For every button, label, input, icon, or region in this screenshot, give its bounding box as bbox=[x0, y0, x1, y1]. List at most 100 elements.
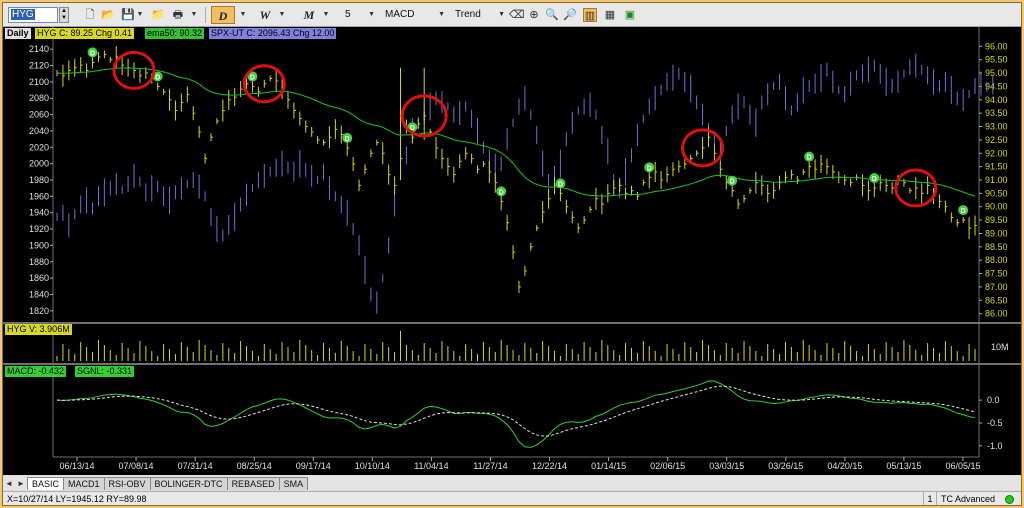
left-axis-label: 1900 bbox=[29, 240, 49, 250]
chevron-down-icon: ▼ bbox=[368, 11, 375, 18]
tool-dropdown[interactable]: Trend ▼ bbox=[455, 6, 505, 24]
left-axis-label: 1980 bbox=[29, 175, 49, 185]
left-axis-label: 1940 bbox=[29, 208, 49, 218]
left-axis-label: 2080 bbox=[29, 93, 49, 103]
left-axis-label: 1860 bbox=[29, 273, 49, 283]
x-axis-label: 11/04/14 bbox=[414, 461, 448, 471]
right-axis-label: 86.00 bbox=[985, 309, 1008, 319]
tab-bolinger-dtc[interactable]: BOLINGER-DTC bbox=[149, 477, 228, 490]
zoom-in-icon[interactable]: 🔍 bbox=[545, 8, 559, 22]
grid-icon[interactable]: ▦ bbox=[603, 8, 617, 22]
dividend-marker-label: D bbox=[345, 136, 350, 143]
signal-line bbox=[56, 385, 976, 437]
dividend-marker-label: D bbox=[250, 74, 255, 81]
bar-chart-icon[interactable]: ▥ bbox=[583, 8, 597, 22]
tab-next-icon[interactable]: ► bbox=[15, 478, 27, 490]
macd-legend[interactable]: MACD: -0.432 bbox=[5, 366, 67, 377]
right-axis-label: 92.50 bbox=[985, 135, 1008, 145]
right-axis-label: 96.00 bbox=[985, 41, 1008, 51]
sheet-tabs: ◄ ► BASIC MACD1 RSI-OBV BOLINGER-DTC REBASED… bbox=[3, 476, 1021, 490]
tab-basic[interactable]: BASIC bbox=[27, 477, 65, 490]
dividend-marker-label: D bbox=[872, 176, 877, 183]
dividend-marker-label: D bbox=[647, 165, 652, 172]
right-axis-label: 93.50 bbox=[985, 108, 1008, 118]
volume-legend[interactable]: HYG V: 3.906M bbox=[5, 324, 72, 335]
chevron-down-icon: ▼ bbox=[438, 11, 445, 18]
tab-list: BASIC MACD1 RSI-OBV BOLINGER-DTC REBASED SMA bbox=[27, 477, 309, 490]
symbol-spinner[interactable]: ▲ ▼ bbox=[59, 7, 69, 23]
open-folder-icon[interactable]: 📂 bbox=[101, 8, 115, 22]
symbol-input[interactable]: HYG bbox=[8, 7, 58, 23]
symbol-value: HYG bbox=[11, 9, 35, 20]
daily-dropdown-icon[interactable]: ▼ bbox=[236, 8, 250, 22]
weekly-period-button[interactable]: W bbox=[255, 6, 275, 24]
left-axis-label: 2140 bbox=[29, 44, 49, 54]
right-axis-label: 91.50 bbox=[985, 162, 1008, 172]
x-axis-label: 03/26/15 bbox=[768, 461, 803, 471]
tab-rsi-obv[interactable]: RSI-OBV bbox=[103, 477, 151, 490]
right-axis-label: 91.00 bbox=[985, 175, 1008, 185]
left-axis-label: 1840 bbox=[29, 289, 49, 299]
ema50-legend[interactable]: ema50: 90.32 bbox=[145, 28, 205, 39]
right-axis-label: 87.50 bbox=[985, 269, 1008, 279]
indicator-value: MACD bbox=[385, 9, 415, 20]
export-excel-icon[interactable]: ▣ bbox=[623, 8, 637, 22]
weekly-dropdown-icon[interactable]: ▼ bbox=[275, 8, 289, 22]
chart-area[interactable]: 2140 2120 2100 2080 2060 2040 2020 2000 1980 1960… bbox=[3, 27, 1021, 475]
dividend-marker-label: D bbox=[730, 179, 735, 186]
macd-axis-label: -0.5 bbox=[987, 418, 1003, 428]
tool-value: Trend bbox=[455, 9, 481, 20]
macd-axis-label: 0.0 bbox=[987, 395, 1000, 405]
chevron-down-icon: ▼ bbox=[498, 11, 505, 18]
left-axis-label: 2120 bbox=[29, 61, 49, 71]
interval-dropdown[interactable]: 5 ▼ bbox=[345, 6, 375, 24]
right-axis-label: 94.00 bbox=[985, 95, 1008, 105]
right-axis-label: 89.50 bbox=[985, 215, 1008, 225]
left-axis-label: 1920 bbox=[29, 224, 49, 234]
monthly-dropdown-icon[interactable]: ▼ bbox=[319, 8, 333, 22]
eraser-icon[interactable]: ⌫ bbox=[509, 8, 525, 22]
right-axis-label: 88.00 bbox=[985, 255, 1008, 265]
macd-line bbox=[56, 380, 976, 448]
hyg-legend[interactable]: HYG C: 89.25 Chg 0.41 bbox=[35, 28, 135, 39]
daily-period-button[interactable]: D bbox=[211, 6, 235, 24]
right-axis-label: 89.00 bbox=[985, 228, 1008, 238]
zoom-out-icon[interactable]: 🔎 bbox=[563, 8, 577, 22]
tab-rebased[interactable]: REBASED bbox=[226, 477, 280, 490]
folder-icon[interactable]: 📁 bbox=[151, 8, 165, 22]
dividend-marker-label: D bbox=[961, 208, 966, 215]
x-axis-label: 11/27/14 bbox=[473, 461, 507, 471]
indicator-dropdown[interactable]: MACD ▼ bbox=[385, 6, 445, 24]
tab-macd1[interactable]: MACD1 bbox=[63, 477, 105, 490]
left-axis-label: 1820 bbox=[29, 306, 49, 316]
cursor-coordinates: X=10/27/14 LY=1945.12 RY=89.98 bbox=[7, 494, 147, 504]
timeframe-label: Daily bbox=[5, 28, 31, 39]
left-axis-label: 2000 bbox=[29, 159, 49, 169]
macd-axis-label: -1.0 bbox=[987, 441, 1003, 451]
status-bar: X=10/27/14 LY=1945.12 RY=89.98 1 TC Adva… bbox=[3, 491, 1021, 505]
tab-sma[interactable]: SMA bbox=[278, 477, 309, 490]
monthly-period-button[interactable]: M bbox=[299, 6, 319, 24]
left-axis-label: 2060 bbox=[29, 110, 49, 120]
spx-legend[interactable]: SPX-UT C: 2096.43 Chg 12.00 bbox=[209, 28, 337, 39]
tab-prev-icon[interactable]: ◄ bbox=[3, 478, 15, 490]
save-dropdown-icon[interactable]: ▼ bbox=[133, 8, 147, 22]
app-name: TC Advanced bbox=[941, 494, 996, 504]
print-icon[interactable]: 🖶 bbox=[171, 8, 185, 22]
x-axis-label: 06/05/15 bbox=[945, 461, 980, 471]
print-dropdown-icon[interactable]: ▼ bbox=[187, 8, 201, 22]
right-axis-label: 93.00 bbox=[985, 122, 1008, 132]
left-axis-label: 1880 bbox=[29, 257, 49, 267]
volume-axis-label: 10M bbox=[991, 342, 1009, 352]
ema50-line bbox=[56, 67, 976, 197]
new-file-icon[interactable]: 🗋 bbox=[83, 8, 97, 22]
chart-canvas[interactable]: 2140 2120 2100 2080 2060 2040 2020 2000 1980 1960… bbox=[3, 27, 1021, 475]
right-axis-label: 90.00 bbox=[985, 202, 1008, 212]
crosshair-icon[interactable]: ⊕ bbox=[527, 8, 541, 22]
signal-legend[interactable]: SGNL: -0.331 bbox=[75, 366, 135, 377]
right-axis-label: 94.50 bbox=[985, 81, 1008, 91]
right-axis-label: 92.00 bbox=[985, 148, 1008, 158]
dividend-marker-label: D bbox=[155, 74, 160, 81]
right-axis-label: 95.00 bbox=[985, 68, 1008, 78]
app-window: HYG ▲ ▼ 🗋 📂 💾 ▼ 📁 🖶 ▼ D ▼ W ▼ M ▼ 5 ▼ MACD… bbox=[2, 2, 1022, 506]
